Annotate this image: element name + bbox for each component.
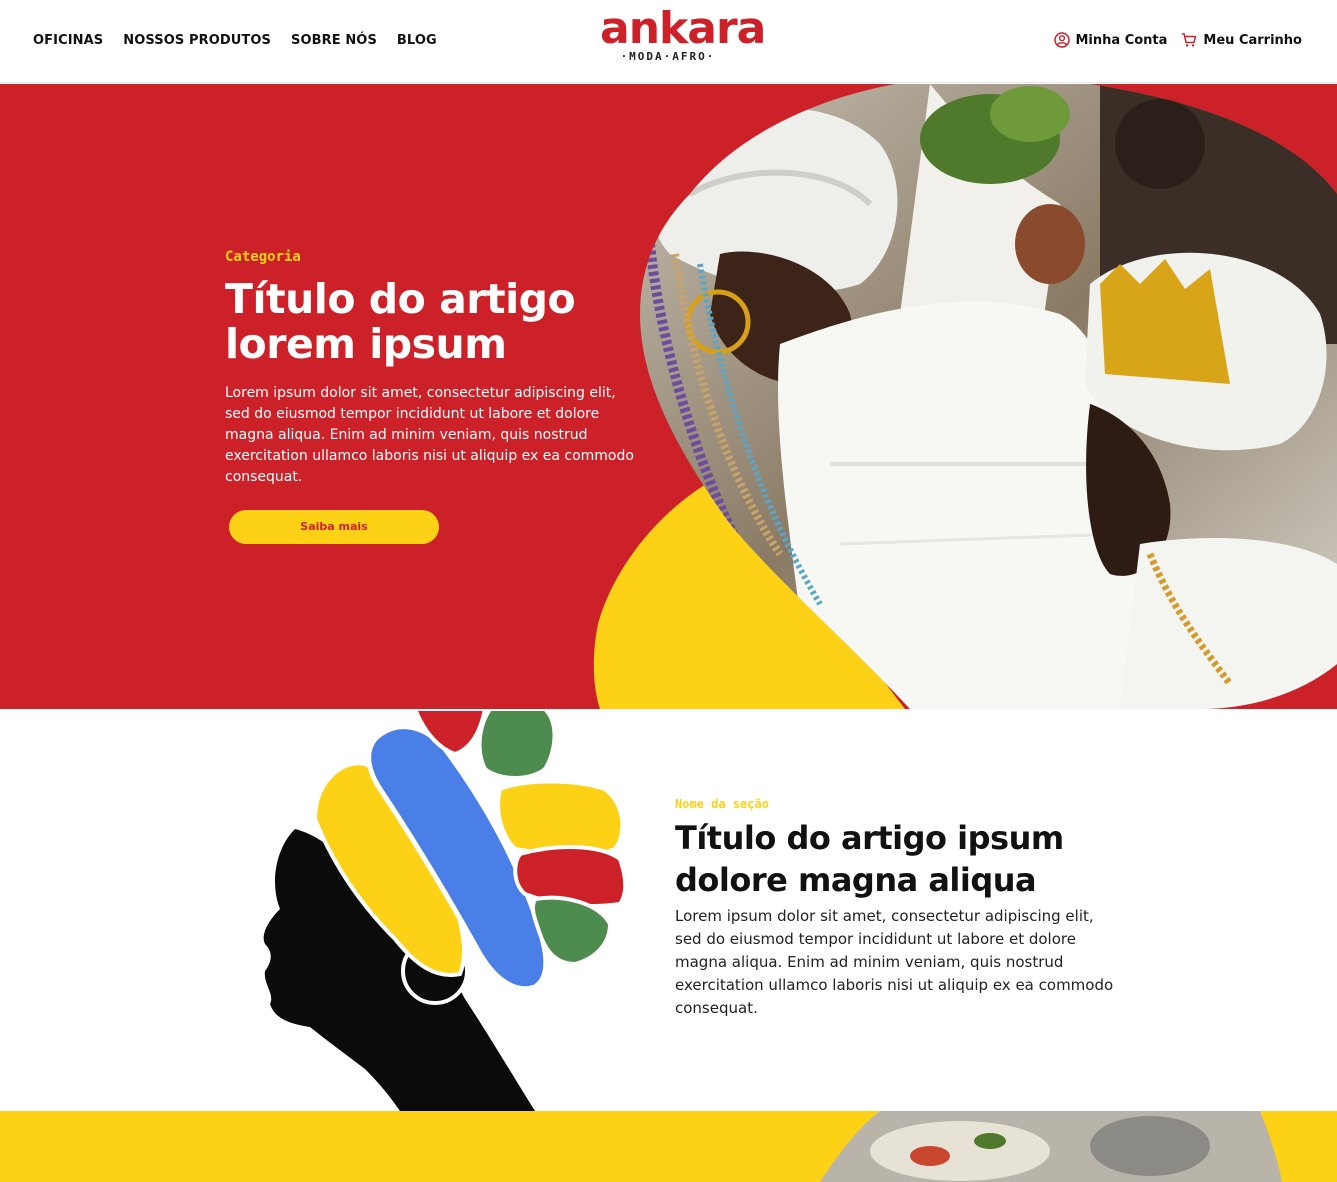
preview-photo xyxy=(820,1111,1282,1182)
hero-banner: Categoria Título do artigo lorem ipsum L… xyxy=(0,84,1337,709)
next-section-preview xyxy=(0,1111,1337,1182)
section2-category[interactable]: Nome da seção xyxy=(675,797,1115,811)
main-nav: OFICINAS NOSSOS PRODUTOS SOBRE NÓS BLOG xyxy=(33,33,437,48)
turban-woman-illustration xyxy=(263,709,628,1111)
hero-description: Lorem ipsum dolor sit amet, consectetur … xyxy=(225,385,634,485)
nav-sobre-nos[interactable]: SOBRE NÓS xyxy=(291,33,377,48)
cart-icon xyxy=(1181,32,1197,48)
user-circle-icon xyxy=(1053,32,1070,48)
account-link[interactable]: Minha Conta xyxy=(1053,32,1168,48)
site-header: OFICINAS NOSSOS PRODUTOS SOBRE NÓS BLOG … xyxy=(0,0,1337,83)
account-area: Minha Conta Meu Carrinho xyxy=(1053,32,1302,48)
featured-article-section: Nome da seção Título do artigo ipsum dol… xyxy=(0,709,1337,1111)
hero-category[interactable]: Categoria xyxy=(225,249,635,265)
section2-text-block: Nome da seção Título do artigo ipsum dol… xyxy=(675,797,1115,1020)
cart-link[interactable]: Meu Carrinho xyxy=(1181,32,1302,48)
hero-text-block: Categoria Título do artigo lorem ipsum L… xyxy=(225,249,635,544)
saiba-mais-button[interactable]: Saiba mais xyxy=(229,510,439,544)
nav-blog[interactable]: BLOG xyxy=(397,33,437,48)
account-label: Minha Conta xyxy=(1075,32,1168,48)
nav-nossos-produtos[interactable]: NOSSOS PRODUTOS xyxy=(123,33,271,48)
logo-word: ankara xyxy=(600,3,766,54)
section2-title: Título do artigo ipsum dolore magna aliq… xyxy=(675,819,1064,899)
site-logo[interactable]: ankara ·MODA·AFRO· xyxy=(600,3,766,76)
nav-oficinas[interactable]: OFICINAS xyxy=(33,33,103,48)
hero-graphic xyxy=(593,84,1337,709)
hero-title: Título do artigo lorem ipsum xyxy=(225,275,576,368)
section2-description: Lorem ipsum dolor sit amet, consectetur … xyxy=(675,907,1114,1017)
cart-label: Meu Carrinho xyxy=(1203,32,1302,48)
